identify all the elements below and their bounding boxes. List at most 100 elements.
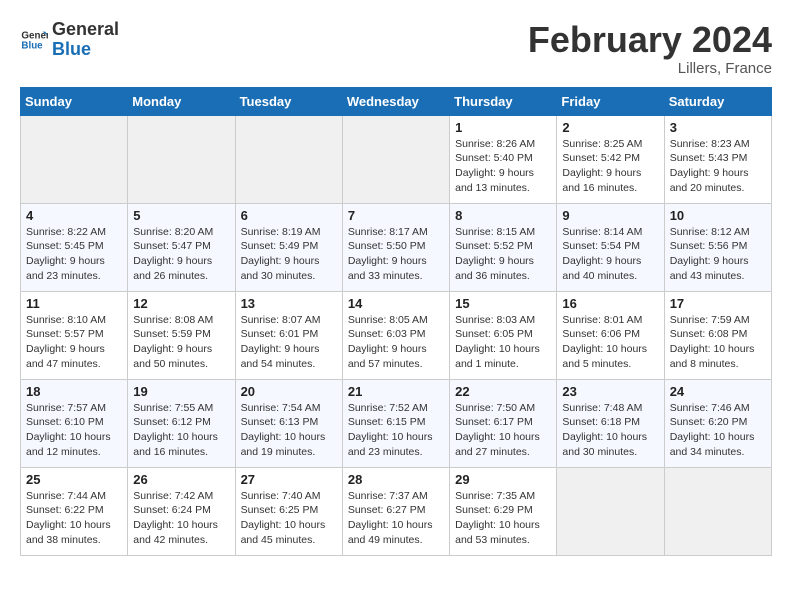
day-number: 2 [562, 120, 658, 135]
calendar-cell: 17Sunrise: 7:59 AM Sunset: 6:08 PM Dayli… [664, 291, 771, 379]
day-info: Sunrise: 8:22 AM Sunset: 5:45 PM Dayligh… [26, 225, 122, 284]
calendar-cell: 3 Sunrise: 8:23 AM Sunset: 5:43 PM Daylig… [664, 115, 771, 203]
calendar-cell: 23 Sunrise: 7:48 AM Sunset: 6:18 PM Dayli… [557, 379, 664, 467]
calendar-cell: 13 Sunrise: 8:07 AM Sunset: 6:01 PM Dayli… [235, 291, 342, 379]
day-number: 16 [562, 296, 658, 311]
calendar-cell: 7 Sunrise: 8:17 AM Sunset: 5:50 PM Daylig… [342, 203, 449, 291]
day-number: 1 [455, 120, 551, 135]
calendar-cell: 26 Sunrise: 7:42 AM Sunset: 6:24 PM Dayli… [128, 467, 235, 555]
day-info: Sunrise: 7:46 AM Sunset: 6:20 PM Dayligh… [670, 401, 766, 460]
title-block: February 2024 Lillers, France [528, 20, 772, 77]
day-info: Sunrise: 7:44 AM Sunset: 6:22 PM Dayligh… [26, 489, 122, 548]
calendar-cell: 11Sunrise: 8:10 AM Sunset: 5:57 PM Dayli… [21, 291, 128, 379]
day-info: Sunrise: 7:35 AM Sunset: 6:29 PM Dayligh… [455, 489, 551, 548]
location-label: Lillers, France [528, 60, 772, 77]
day-info: Sunrise: 7:50 AM Sunset: 6:17 PM Dayligh… [455, 401, 551, 460]
weekday-header-tuesday: Tuesday [235, 87, 342, 115]
day-info: Sunrise: 7:42 AM Sunset: 6:24 PM Dayligh… [133, 489, 229, 548]
day-number: 22 [455, 384, 551, 399]
day-info: Sunrise: 8:26 AM Sunset: 5:40 PM Dayligh… [455, 137, 551, 196]
day-number: 3 [670, 120, 766, 135]
calendar-cell: 21 Sunrise: 7:52 AM Sunset: 6:15 PM Dayli… [342, 379, 449, 467]
weekday-header-thursday: Thursday [450, 87, 557, 115]
day-number: 27 [241, 472, 337, 487]
weekday-header-row: SundayMondayTuesdayWednesdayThursdayFrid… [21, 87, 772, 115]
day-number: 15 [455, 296, 551, 311]
day-number: 18 [26, 384, 122, 399]
calendar-cell [21, 115, 128, 203]
calendar-cell: 27 Sunrise: 7:40 AM Sunset: 6:25 PM Dayli… [235, 467, 342, 555]
calendar-cell [128, 115, 235, 203]
calendar-cell: 14 Sunrise: 8:05 AM Sunset: 6:03 PM Dayli… [342, 291, 449, 379]
day-number: 28 [348, 472, 444, 487]
day-number: 26 [133, 472, 229, 487]
calendar-table: SundayMondayTuesdayWednesdayThursdayFrid… [20, 87, 772, 556]
weekday-header-saturday: Saturday [664, 87, 771, 115]
weekday-header-monday: Monday [128, 87, 235, 115]
day-info: Sunrise: 8:14 AM Sunset: 5:54 PM Dayligh… [562, 225, 658, 284]
day-info: Sunrise: 8:17 AM Sunset: 5:50 PM Dayligh… [348, 225, 444, 284]
day-number: 7 [348, 208, 444, 223]
day-info: Sunrise: 8:23 AM Sunset: 5:43 PM Dayligh… [670, 137, 766, 196]
calendar-cell: 15 Sunrise: 8:03 AM Sunset: 6:05 PM Dayli… [450, 291, 557, 379]
calendar-week-row: 1 Sunrise: 8:26 AM Sunset: 5:40 PM Daylig… [21, 115, 772, 203]
day-info: Sunrise: 7:52 AM Sunset: 6:15 PM Dayligh… [348, 401, 444, 460]
calendar-cell [557, 467, 664, 555]
calendar-week-row: 11Sunrise: 8:10 AM Sunset: 5:57 PM Dayli… [21, 291, 772, 379]
calendar-cell: 20 Sunrise: 7:54 AM Sunset: 6:13 PM Dayli… [235, 379, 342, 467]
day-info: Sunrise: 8:25 AM Sunset: 5:42 PM Dayligh… [562, 137, 658, 196]
calendar-header: SundayMondayTuesdayWednesdayThursdayFrid… [21, 87, 772, 115]
calendar-cell [342, 115, 449, 203]
page-header: General Blue General Blue February 2024 … [20, 20, 772, 77]
day-info: Sunrise: 8:19 AM Sunset: 5:49 PM Dayligh… [241, 225, 337, 284]
calendar-week-row: 25 Sunrise: 7:44 AM Sunset: 6:22 PM Dayli… [21, 467, 772, 555]
weekday-header-friday: Friday [557, 87, 664, 115]
day-info: Sunrise: 7:55 AM Sunset: 6:12 PM Dayligh… [133, 401, 229, 460]
calendar-week-row: 4Sunrise: 8:22 AM Sunset: 5:45 PM Daylig… [21, 203, 772, 291]
day-number: 24 [670, 384, 766, 399]
day-number: 8 [455, 208, 551, 223]
day-info: Sunrise: 7:57 AM Sunset: 6:10 PM Dayligh… [26, 401, 122, 460]
day-info: Sunrise: 8:08 AM Sunset: 5:59 PM Dayligh… [133, 313, 229, 372]
calendar-cell: 6 Sunrise: 8:19 AM Sunset: 5:49 PM Daylig… [235, 203, 342, 291]
calendar-cell: 28 Sunrise: 7:37 AM Sunset: 6:27 PM Dayli… [342, 467, 449, 555]
day-info: Sunrise: 7:37 AM Sunset: 6:27 PM Dayligh… [348, 489, 444, 548]
day-info: Sunrise: 8:01 AM Sunset: 6:06 PM Dayligh… [562, 313, 658, 372]
calendar-cell: 1 Sunrise: 8:26 AM Sunset: 5:40 PM Daylig… [450, 115, 557, 203]
calendar-cell: 18 Sunrise: 7:57 AM Sunset: 6:10 PM Dayli… [21, 379, 128, 467]
day-number: 23 [562, 384, 658, 399]
day-number: 25 [26, 472, 122, 487]
day-info: Sunrise: 8:03 AM Sunset: 6:05 PM Dayligh… [455, 313, 551, 372]
day-info: Sunrise: 8:05 AM Sunset: 6:03 PM Dayligh… [348, 313, 444, 372]
logo-blue: Blue [52, 40, 119, 60]
day-info: Sunrise: 7:59 AM Sunset: 6:08 PM Dayligh… [670, 313, 766, 372]
day-info: Sunrise: 7:48 AM Sunset: 6:18 PM Dayligh… [562, 401, 658, 460]
calendar-cell [235, 115, 342, 203]
day-number: 20 [241, 384, 337, 399]
weekday-header-wednesday: Wednesday [342, 87, 449, 115]
day-info: Sunrise: 7:40 AM Sunset: 6:25 PM Dayligh… [241, 489, 337, 548]
day-number: 13 [241, 296, 337, 311]
day-number: 11 [26, 296, 122, 311]
calendar-cell: 4Sunrise: 8:22 AM Sunset: 5:45 PM Daylig… [21, 203, 128, 291]
day-number: 19 [133, 384, 229, 399]
calendar-cell: 19 Sunrise: 7:55 AM Sunset: 6:12 PM Dayli… [128, 379, 235, 467]
day-number: 21 [348, 384, 444, 399]
day-info: Sunrise: 7:54 AM Sunset: 6:13 PM Dayligh… [241, 401, 337, 460]
calendar-cell: 10 Sunrise: 8:12 AM Sunset: 5:56 PM Dayli… [664, 203, 771, 291]
logo-general: General [52, 20, 119, 40]
day-info: Sunrise: 8:12 AM Sunset: 5:56 PM Dayligh… [670, 225, 766, 284]
day-number: 14 [348, 296, 444, 311]
calendar-cell: 9Sunrise: 8:14 AM Sunset: 5:54 PM Daylig… [557, 203, 664, 291]
day-number: 5 [133, 208, 229, 223]
day-number: 6 [241, 208, 337, 223]
calendar-cell: 22 Sunrise: 7:50 AM Sunset: 6:17 PM Dayli… [450, 379, 557, 467]
day-number: 10 [670, 208, 766, 223]
weekday-header-sunday: Sunday [21, 87, 128, 115]
month-year-title: February 2024 [528, 20, 772, 60]
day-info: Sunrise: 8:07 AM Sunset: 6:01 PM Dayligh… [241, 313, 337, 372]
svg-text:Blue: Blue [21, 40, 43, 51]
calendar-cell: 5Sunrise: 8:20 AM Sunset: 5:47 PM Daylig… [128, 203, 235, 291]
calendar-cell: 12Sunrise: 8:08 AM Sunset: 5:59 PM Dayli… [128, 291, 235, 379]
calendar-cell: 25 Sunrise: 7:44 AM Sunset: 6:22 PM Dayli… [21, 467, 128, 555]
